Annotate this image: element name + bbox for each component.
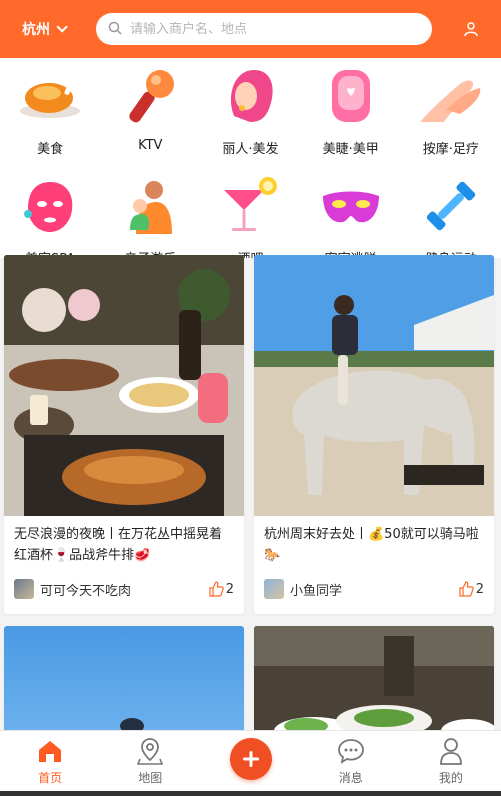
category-label: 丽人·美发: [222, 142, 279, 157]
tab-map[interactable]: 地图: [100, 731, 200, 796]
category-ktv[interactable]: KTV: [100, 58, 200, 168]
content-feed: 无尽浪漫的夜晚丨在万花丛中摇晃着红酒杯🍷品战斧牛排🥩 可可今天不吃肉 2 杭州周…: [0, 255, 501, 730]
face-mask-icon: [15, 174, 85, 238]
search-icon: [108, 20, 122, 39]
tab-publish[interactable]: [200, 731, 300, 796]
dinner-table-photo: [4, 255, 244, 516]
like-button[interactable]: 2: [208, 581, 234, 597]
author-name[interactable]: 小鱼同学: [290, 580, 458, 599]
like-count: 2: [225, 581, 234, 597]
search-input[interactable]: [130, 21, 410, 37]
dumbbell-icon: [416, 174, 486, 238]
sky-photo: [4, 626, 244, 730]
horse-riding-photo: [254, 255, 494, 516]
map-pin-icon: [136, 737, 164, 765]
card-meta: 小鱼同学 2: [254, 572, 494, 606]
thumbs-up-icon: [459, 581, 474, 597]
category-label: 美食: [37, 142, 64, 157]
feed-card[interactable]: 无尽浪漫的夜晚丨在万花丛中摇晃着红酒杯🍷品战斧牛排🥩 可可今天不吃肉 2: [4, 255, 244, 614]
hair-salon-icon: [215, 64, 285, 128]
profile-icon: [437, 737, 465, 765]
tab-messages[interactable]: 消息: [301, 731, 401, 796]
author-name[interactable]: 可可今天不吃肉: [40, 580, 208, 599]
tab-profile[interactable]: 我的: [401, 731, 501, 796]
home-icon: [36, 737, 64, 765]
category-escape[interactable]: 密室逃脱: [301, 168, 401, 258]
like-button[interactable]: 2: [458, 581, 484, 597]
category-grid: 美食 KTV 丽人·美发 美睫·美甲 按摩·足疗: [0, 58, 501, 258]
mask-icon: [316, 174, 386, 238]
massage-hand-icon: [416, 64, 486, 128]
parent-child-icon: [115, 174, 185, 238]
feed-card[interactable]: 杭州周末好去处丨💰50就可以骑马啦🐎 小鱼同学 2: [254, 255, 494, 614]
window-frame: [0, 791, 501, 796]
chevron-down-icon: [56, 21, 68, 33]
card-title: 杭州周末好去处丨💰50就可以骑马啦🐎: [264, 527, 479, 563]
category-spa[interactable]: 美容SPA: [0, 168, 100, 258]
microphone-icon: [115, 64, 185, 128]
category-label: 按摩·足疗: [422, 142, 479, 157]
user-icon[interactable]: [460, 18, 482, 40]
nail-icon: [316, 64, 386, 128]
category-nail[interactable]: 美睫·美甲: [301, 58, 401, 168]
avatar[interactable]: [264, 579, 284, 599]
top-header: 杭州: [0, 0, 501, 58]
city-label: 杭州: [22, 22, 50, 38]
cocktail-icon: [215, 174, 285, 238]
category-label: KTV: [138, 138, 163, 153]
bottom-tab-bar: 首页 地图 消息 我的: [0, 730, 501, 796]
thumbs-up-icon: [209, 581, 224, 597]
category-kids[interactable]: 亲子游乐: [100, 168, 200, 258]
avatar[interactable]: [14, 579, 34, 599]
card-meta: 可可今天不吃肉 2: [4, 572, 244, 606]
category-massage[interactable]: 按摩·足疗: [401, 58, 501, 168]
city-selector[interactable]: 杭州: [22, 19, 92, 39]
plus-icon[interactable]: [229, 738, 272, 780]
tab-label: 首页: [38, 771, 63, 785]
category-fitness[interactable]: 健身运动: [401, 168, 501, 258]
category-food[interactable]: 美食: [0, 58, 100, 168]
feed-card[interactable]: [4, 626, 244, 730]
chat-icon: [337, 737, 365, 765]
tab-label: 消息: [338, 771, 363, 785]
roast-chicken-icon: [15, 64, 85, 128]
card-title: 无尽浪漫的夜晚丨在万花丛中摇晃着红酒杯🍷品战斧牛排🥩: [14, 527, 223, 563]
like-count: 2: [475, 581, 484, 597]
category-bar[interactable]: 酒吧: [200, 168, 300, 258]
search-box[interactable]: [96, 13, 432, 45]
tab-label: 地图: [138, 771, 163, 785]
category-label: 美睫·美甲: [322, 142, 379, 157]
tab-home[interactable]: 首页: [0, 731, 100, 796]
category-hair[interactable]: 丽人·美发: [200, 58, 300, 168]
feed-card[interactable]: [254, 626, 494, 730]
restaurant-photo: [254, 626, 494, 730]
tab-label: 我的: [438, 771, 463, 785]
